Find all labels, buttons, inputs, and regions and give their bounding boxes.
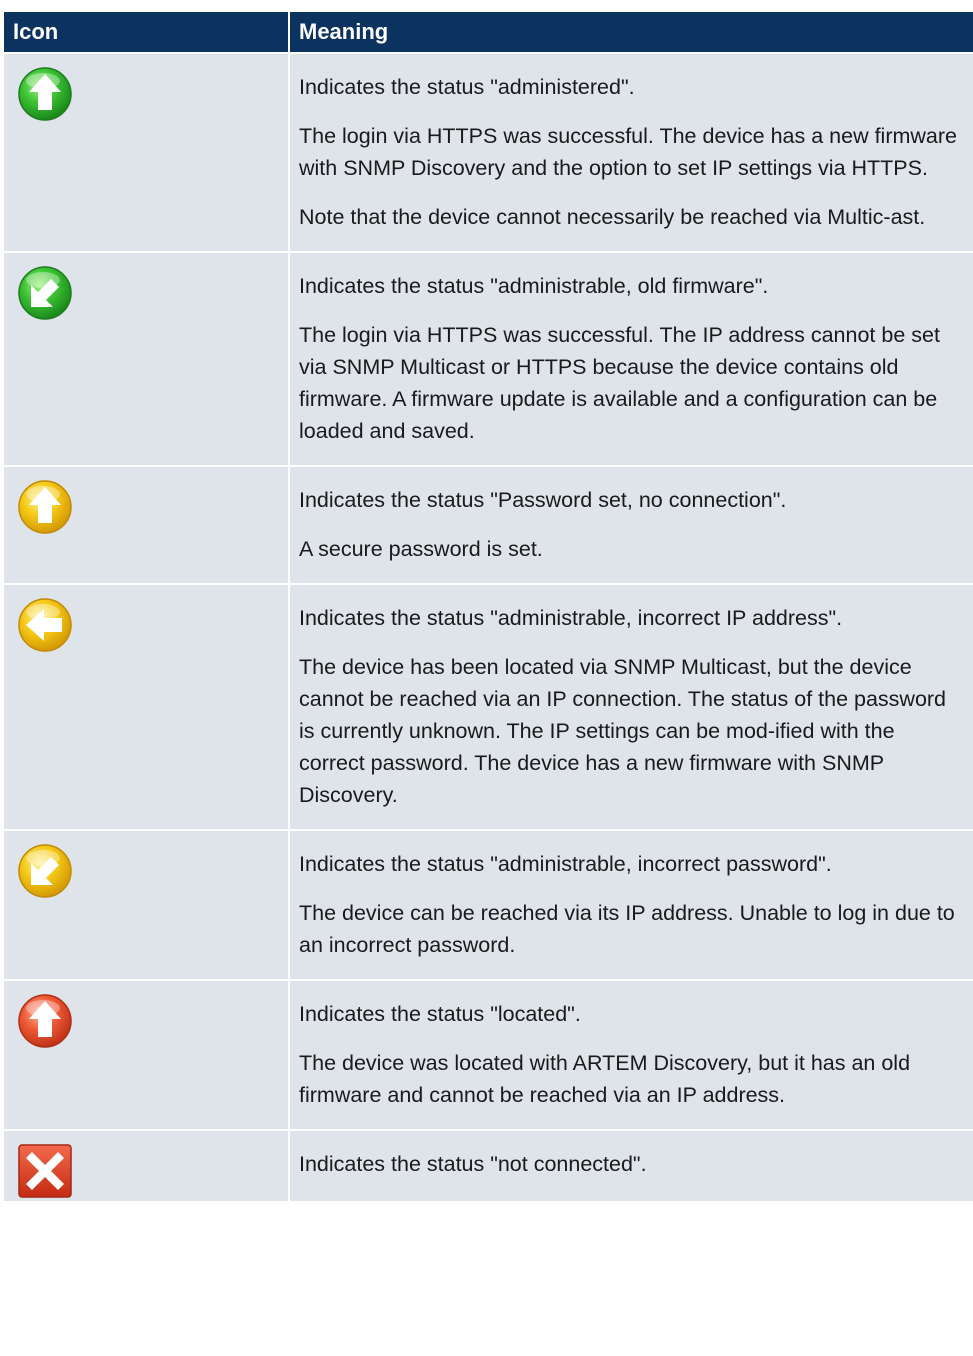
red-x-icon [18, 1144, 72, 1198]
meaning-cell: Indicates the status "Password set, no c… [290, 465, 973, 583]
status-description: A secure password is set. [299, 537, 543, 561]
status-title: Indicates the status "administrable, old… [299, 274, 769, 298]
meaning-cell: Indicates the status "located". The devi… [290, 979, 973, 1129]
icon-cell [4, 251, 290, 465]
status-title: Indicates the status "administrable, inc… [299, 852, 832, 876]
green-down-left-arrow-icon [18, 266, 72, 320]
status-note: Note that the device cannot necessarily … [299, 205, 926, 229]
status-description: The login via HTTPS was successful. The … [299, 124, 958, 180]
table-row: Indicates the status "administrable, inc… [4, 583, 973, 829]
table-row: Indicates the status "administered". The… [4, 52, 973, 251]
icon-cell [4, 583, 290, 829]
status-description: The device has been located via SNMP Mul… [299, 655, 947, 807]
meaning-cell: Indicates the status "administrable, inc… [290, 583, 973, 829]
meaning-cell: Indicates the status "not connected". [290, 1129, 973, 1201]
status-icon-table: Icon Meaning Indicates the status "admin… [4, 12, 973, 1201]
red-up-arrow-icon [18, 994, 72, 1048]
table-row: Indicates the status "located". The devi… [4, 979, 973, 1129]
icon-cell [4, 52, 290, 251]
table-row: Indicates the status "administrable, old… [4, 251, 973, 465]
table-header-row: Icon Meaning [4, 12, 973, 52]
meaning-cell: Indicates the status "administered". The… [290, 52, 973, 251]
status-description: The device can be reached via its IP add… [299, 901, 955, 957]
column-header-meaning: Meaning [290, 12, 973, 52]
status-title: Indicates the status "Password set, no c… [299, 488, 787, 512]
meaning-cell: Indicates the status "administrable, inc… [290, 829, 973, 979]
yellow-left-arrow-icon [18, 598, 72, 652]
icon-cell [4, 829, 290, 979]
table-row: Indicates the status "administrable, inc… [4, 829, 973, 979]
status-title: Indicates the status "administered". [299, 75, 635, 99]
table-row: Indicates the status "not connected". [4, 1129, 973, 1201]
yellow-down-left-arrow-icon [18, 844, 72, 898]
green-up-arrow-icon [18, 67, 72, 121]
meaning-cell: Indicates the status "administrable, old… [290, 251, 973, 465]
table-row: Indicates the status "Password set, no c… [4, 465, 973, 583]
status-title: Indicates the status "located". [299, 1002, 581, 1026]
status-title: Indicates the status "not connected". [299, 1152, 647, 1176]
status-description: The login via HTTPS was successful. The … [299, 323, 940, 443]
icon-cell [4, 979, 290, 1129]
icon-cell [4, 1129, 290, 1201]
status-description: The device was located with ARTEM Discov… [299, 1051, 911, 1107]
yellow-up-arrow-icon [18, 480, 72, 534]
status-title: Indicates the status "administrable, inc… [299, 606, 843, 630]
icon-cell [4, 465, 290, 583]
column-header-icon: Icon [4, 12, 290, 52]
